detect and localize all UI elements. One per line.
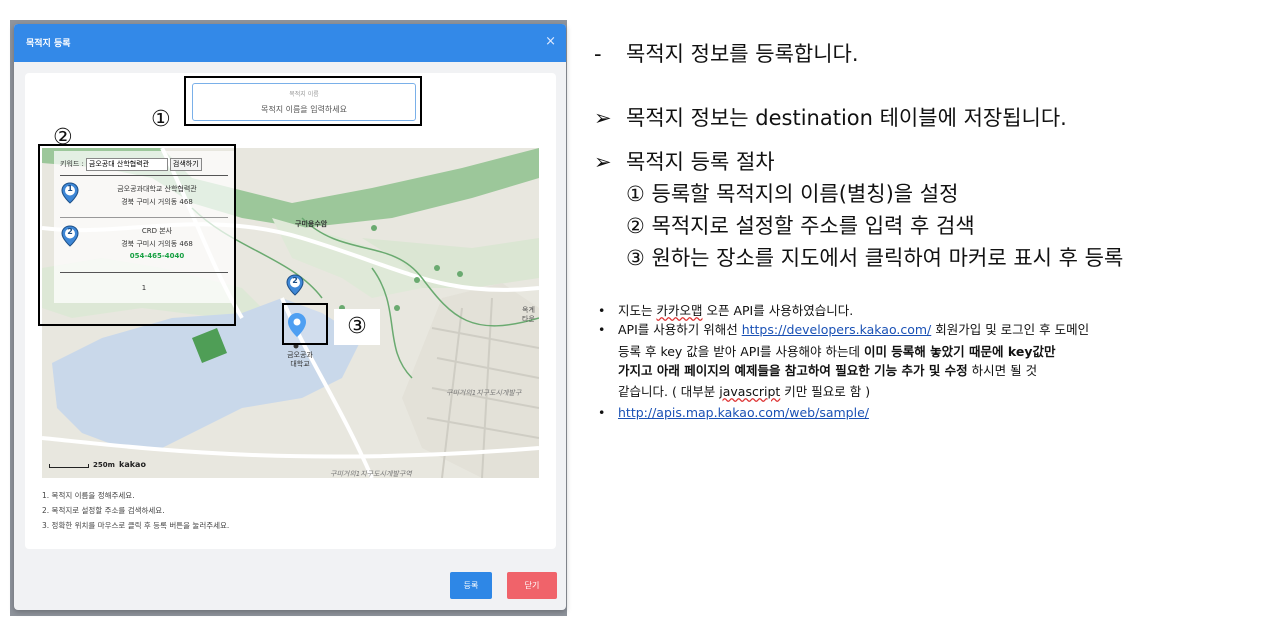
kakao-sample-link[interactable]: http://apis.map.kakao.com/web/sample/	[618, 405, 869, 420]
register-button[interactable]: 등록	[450, 572, 492, 599]
desc-line-1: - 목적지 정보를 등록합니다.	[594, 38, 859, 68]
search-highlight-frame	[38, 144, 236, 326]
instruction-line: 3. 정확한 위치를 마우스로 클릭 후 등록 버튼을 눌러주세요.	[42, 521, 230, 530]
destination-register-modal: 목적지 등록 × ① ② 목적지 이름 목적지 이름을 입력하세요 구미용수암 …	[14, 24, 566, 610]
name-field-label: 목적지 이름	[289, 91, 319, 98]
scale-bar	[49, 464, 89, 468]
note-text: API를 사용하기 위해선	[618, 322, 742, 337]
modal-title: 목적지 등록	[26, 39, 71, 49]
step-2: ② 목적지로 설정할 주소를 입력 후 검색	[626, 214, 975, 238]
note-text: 오픈 API를 사용하였습니다.	[702, 303, 854, 318]
destination-name-input[interactable]	[195, 101, 413, 117]
note-text: 지도는	[618, 303, 657, 318]
step-3: ③ 원하는 장소를 지도에서 클릭하여 마커로 표시 후 등록	[626, 246, 1124, 270]
modal-screenshot: 목적지 등록 × ① ② 목적지 이름 목적지 이름을 입력하세요 구미용수암 …	[10, 20, 567, 616]
arrow-bullet-icon: ➢	[594, 106, 612, 130]
note-text: 키만 필요로 함 )	[780, 384, 871, 399]
map-marker-2[interactable]: 2	[286, 274, 304, 296]
note-3: • http://apis.map.kakao.com/web/sample/	[598, 403, 869, 423]
step-1: ① 등록할 목적지의 이름(별칭)을 설정	[626, 182, 959, 206]
map-label-reservoir: 구미용수암	[295, 220, 328, 228]
annotation-3: ③	[334, 309, 380, 345]
note-bold-text: 가지고 아래 페이지의 예제들을 참고하여 필요한 기능 추가 및 수정	[618, 363, 968, 378]
scale-label: 250m	[93, 461, 115, 469]
map-marker-number: 2	[292, 276, 298, 285]
note-2-line-2: 등록 후 key 값을 받아 API를 사용해야 하는데 이미 등록해 놓았기 …	[618, 342, 1055, 362]
desc-line-2: ➢ 목적지 정보는 destination 테이블에 저장됩니다.	[594, 102, 1067, 132]
note-text: 회원가입 및 로그인 후 도메인	[931, 322, 1090, 337]
note-bold-text: 이미 등록해 놓았기 때문에 key값만	[863, 344, 1056, 359]
annotation-1: ①	[151, 107, 171, 132]
developers-link[interactable]: https://developers.kakao.com/	[742, 322, 932, 337]
map-label-university: 금오공과 대학교	[287, 351, 313, 368]
marker-highlight-frame	[282, 303, 328, 345]
close-icon[interactable]: ×	[545, 34, 556, 49]
instructions: 1. 목적지 이름을 정해주세요. 2. 목적지로 설정할 주소를 검색하세요.…	[42, 488, 229, 533]
kakao-logo: kakao	[119, 460, 146, 469]
note-text: javascript	[719, 384, 781, 399]
map-label-district1: 구미거의1지구도시개발구	[446, 389, 522, 397]
note-2: • API를 사용하기 위해선 https://developers.kakao.…	[598, 320, 1089, 340]
desc-line-3: ➢ 목적지 등록 절차	[594, 146, 775, 176]
close-button[interactable]: 닫기	[507, 572, 557, 599]
desc-text: 목적지 정보는 destination 테이블에 저장됩니다.	[626, 106, 1067, 130]
instruction-line: 1. 목적지 이름을 정해주세요.	[42, 491, 135, 500]
map-label-right: 옥계 타운	[522, 306, 535, 323]
modal-header: 목적지 등록 ×	[14, 24, 566, 62]
bullet: •	[598, 405, 606, 420]
note-text: 같습니다. ( 대부분	[618, 384, 720, 399]
note-text: 등록 후 key 값을 받아 API를 사용해야 하는데	[618, 344, 864, 359]
note-2-line-3: 가지고 아래 페이지의 예제들을 참고하여 필요한 기능 추가 및 수정 하시면…	[618, 361, 1037, 381]
bullet: •	[598, 303, 606, 318]
note-1: • 지도는 카카오맵 오픈 API를 사용하였습니다.	[598, 301, 853, 321]
dash-bullet: -	[594, 42, 602, 66]
note-text: 카카오맵	[656, 303, 703, 318]
instruction-line: 2. 목적지로 설정할 주소를 검색하세요.	[42, 506, 165, 515]
note-2-line-4: 같습니다. ( 대부분 javascript 키만 필요로 함 )	[618, 382, 870, 402]
modal-card: ① ② 목적지 이름 목적지 이름을 입력하세요 구미용수암 금오공과 대학교 …	[25, 73, 556, 549]
desc-text: 목적지 등록 절차	[626, 150, 775, 174]
arrow-bullet-icon: ➢	[594, 150, 612, 174]
bullet: •	[598, 322, 606, 337]
name-highlight-frame: 목적지 이름	[184, 76, 422, 126]
desc-text: 목적지 정보를 등록합니다.	[626, 42, 859, 66]
map-label-district2: 구미거의1지구도시개발구역	[330, 470, 412, 478]
note-text: 하시면 될 것	[967, 363, 1038, 378]
name-field: 목적지 이름	[192, 83, 416, 121]
